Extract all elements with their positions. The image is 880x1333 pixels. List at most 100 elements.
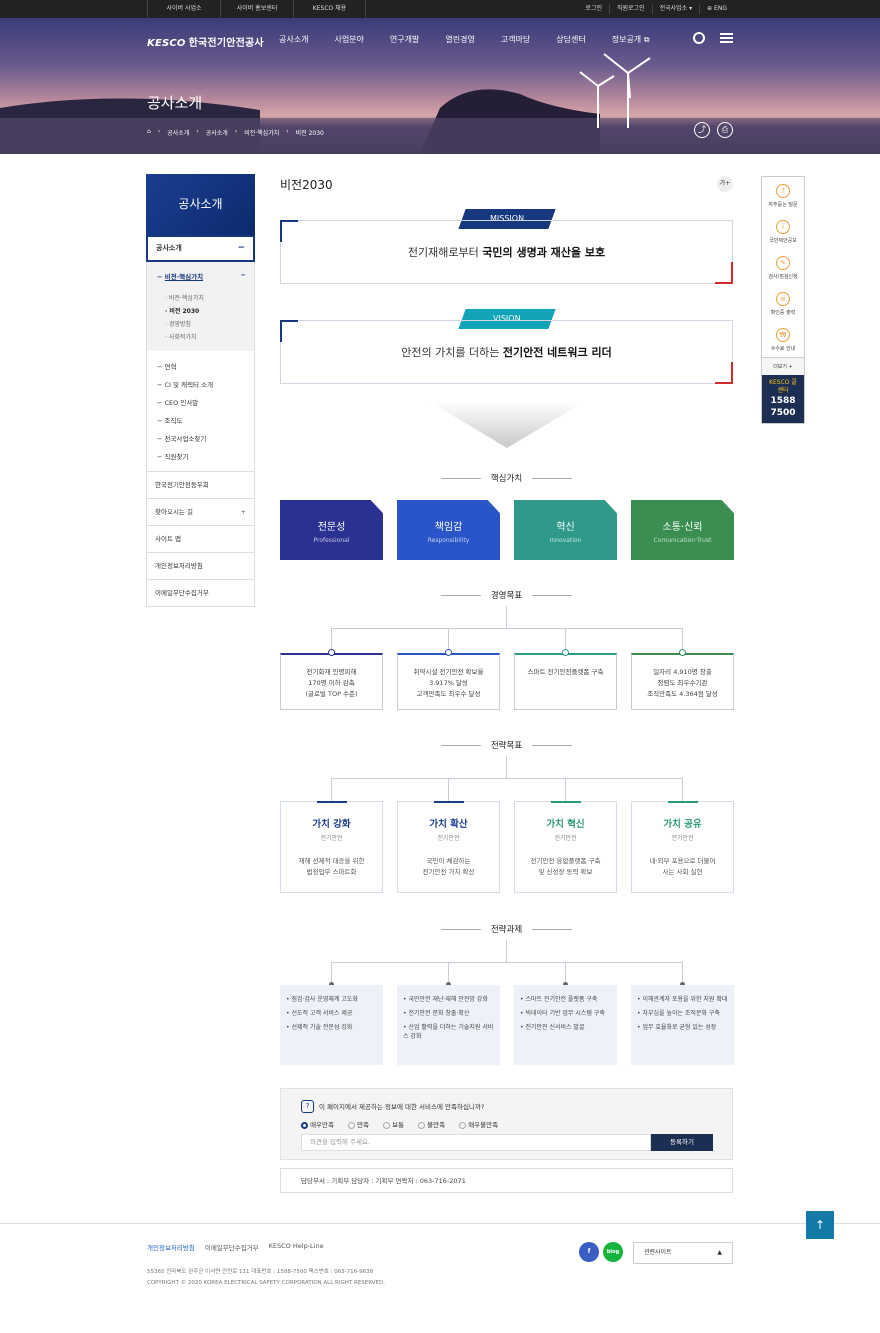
side-nav-group: − 연혁 − CI 및 캐릭터 소개 − CEO 인사말 − 조직도 − 전국사… [146,351,255,472]
section-heading: 경영목표 [280,589,733,601]
task-item: • 국민안전 재난·재해 안전망 강화 [403,996,488,1003]
breadcrumb-item[interactable]: 공사소개 [206,128,228,137]
core-value-card: 책임감 Responsibility [397,500,500,560]
side-subnav-item[interactable]: · 경영방침 [157,317,254,330]
opinion-input[interactable]: 의견을 입력해 주세요. [301,1134,651,1151]
font-size-button[interactable]: 가+ [717,176,733,192]
task-item: • 스마트 전기안전 플랫폼 구축 [520,996,598,1003]
won-icon: ₩ [776,328,790,342]
core-value-card: 소통·신뢰 Comunication·Trust [631,500,734,560]
staff-login-link[interactable]: 직원로그인 [608,4,652,14]
login-link[interactable]: 로그인 [578,4,609,14]
hero-title: 공사소개 [147,94,203,112]
survey-icon: ? [301,1100,314,1113]
task-item: • 자부심을 높이는 조직문화 구축 [637,1010,720,1017]
side-nav-link[interactable]: − 조직도 [157,411,254,429]
survey-option[interactable]: 매우만족 [301,1119,334,1129]
breadcrumb-item[interactable]: 비전·핵심가치 [244,128,279,137]
survey-question: 이 페이지에서 제공하는 정보에 대한 서비스에 만족하십니까? [319,1103,485,1111]
survey-option[interactable]: 매우불만족 [459,1119,498,1129]
side-nav-item[interactable]: 이메일무단수집거부 [146,580,255,607]
submit-button[interactable]: 등록하기 [651,1134,713,1151]
plus-icon: + [240,508,246,516]
task-box: • 점검·검사 운영체계 고도화 • 선도적 고객 서비스 제공 • 선제적 기술 … [280,985,383,1065]
side-nav-link[interactable]: − 전국사업소찾기 [157,429,254,447]
gnb-item[interactable]: 공사소개 [279,34,308,45]
core-value-card: 혁신 Innovation [514,500,617,560]
side-nav-link[interactable]: − 직원찾기 [157,447,254,465]
down-arrow-graphic [430,402,584,448]
strategy-box: 가치 혁신 전기안전 전기안전 융합플랫폼 구축 및 신성장 동력 확보 [514,801,617,893]
pencil-icon: ✎ [776,256,790,270]
mission-box: 전기재해로부터 국민의 생명과 재산을 보호 [280,220,733,284]
quick-item-certificate[interactable]: ≡ 확인증 출력 [762,285,804,321]
email-refuse-link[interactable]: 이메일무단수집거부 [205,1242,259,1252]
core-value-card: 전문성 Professional [280,500,383,560]
quick-item-inspection[interactable]: ✎ 검사/점검신청 [762,249,804,285]
quick-item-fee[interactable]: ₩ 수수료 안내 [762,321,804,357]
family-site-select[interactable]: 관련사이트 ▲ [633,1242,733,1264]
task-item: • 점검·검사 운영체계 고도화 [286,996,358,1003]
side-subnav-item[interactable]: · 사회적가치 [157,330,254,343]
survey-option[interactable]: 불만족 [418,1119,445,1129]
goal-dot [562,649,569,656]
minus-icon: − [240,271,246,279]
survey-options: 매우만족 만족 보통 불만족 매우불만족 [301,1119,498,1129]
charge-info: 담당부서 : 기획부 담당자 : 기획부 연락처 : 063-716-2071 [280,1168,733,1193]
quick-menu: ? 자주묻는 질문 i 국민제안공모 ✎ 검사/점검신청 ≡ 확인증 출력 ₩ 수수료 안… [761,176,805,424]
privacy-link[interactable]: 개인정보처리방침 [147,1242,195,1252]
home-icon[interactable]: ⌂ [147,128,151,137]
breadcrumb-item[interactable]: 공사소개 [167,128,189,137]
blog-icon[interactable]: blog [603,1242,623,1262]
gnb-item[interactable]: 상담센터 [556,34,585,45]
goal-dot [445,649,452,656]
section-heading: 핵심가치 [280,472,733,484]
recruit-link[interactable]: KESCO 채용 [293,0,366,18]
cyber-pr-link[interactable]: 사이버 홍보센터 [220,0,293,18]
print-icon[interactable]: ⎙ [717,122,733,138]
gnb-item[interactable]: 정보공개 ⧉ [612,34,650,45]
task-item: • 선제적 기술 전문성 강화 [286,1024,353,1031]
helpline-link[interactable]: KESCO Help-Line [269,1242,324,1252]
breadcrumb-current: 비전 2030 [295,130,324,137]
side-nav-link[interactable]: − 연혁 [157,357,254,375]
task-box: • 스마트 전기안전 플랫폼 구축 • 빅데이터 기반 업무 시스템 구축 • 전기… [514,985,617,1065]
side-nav-item[interactable]: 개인정보처리방침 [146,553,255,580]
gnb-item[interactable]: 열린경영 [445,34,474,45]
survey-option[interactable]: 보통 [383,1119,404,1129]
quick-more-button[interactable]: 더보기 + [762,357,804,375]
quick-item-proposal[interactable]: i 국민제안공모 [762,213,804,249]
lightbulb-icon: i [776,220,790,234]
side-nav-selected[interactable]: 공사소개 − [146,235,255,262]
section-heading: 전략과제 [280,923,733,935]
goal-box: 스마트 전기안전플랫폼 구축 [514,653,617,710]
branch-select[interactable]: 전국사업소 ▾ [651,4,700,14]
side-nav: 공사소개 공사소개 − − 비전·핵심가치 − · 비전·핵심가치 · 비전 203… [146,174,255,607]
cyber-office-link[interactable]: 사이버 사업소 [147,0,220,18]
gnb-item[interactable]: 연구개발 [390,34,419,45]
side-subnav-item[interactable]: · 비전·핵심가치 [157,291,254,304]
side-nav-link[interactable]: − CI 및 캐릭터 소개 [157,375,254,393]
kesco-logo[interactable]: KESCO 한국전기안전공사 [147,34,264,49]
facebook-icon[interactable]: f [579,1242,599,1262]
share-icon[interactable]: ⤴ [694,122,710,138]
survey-option[interactable]: 만족 [348,1119,369,1129]
goal-dot [328,649,335,656]
quick-item-faq[interactable]: ? 자주묻는 질문 [762,177,804,213]
search-icon[interactable] [693,32,705,44]
side-nav-item[interactable]: 찾아오시는 길 + [146,499,255,526]
scroll-top-button[interactable]: ↑ [806,1211,834,1239]
side-subnav-item-current[interactable]: · 비전 2030 [157,304,254,317]
english-link[interactable]: ⊕ ENG [699,4,734,14]
side-nav-link[interactable]: − CEO 인사말 [157,393,254,411]
gnb-item[interactable]: 고객마당 [501,34,530,45]
menu-icon[interactable] [720,33,733,43]
gnb-item[interactable]: 사업분야 [334,34,363,45]
side-nav-item[interactable]: 한국전기안전동우회 [146,472,255,499]
call-center: KESCO 콜센터 1588 7500 [762,375,804,423]
task-item: • 전기안전 신서비스 발굴 [520,1024,585,1031]
side-nav-item[interactable]: 사이트 맵 [146,526,255,553]
goal-box: 일자리 4,910명 창출 청렴도 최우수기관 조직만족도 4.364점 달성 [631,653,734,710]
side-subnav-active[interactable]: − 비전·핵심가치 − [157,268,254,291]
task-item: • 이해관계자 포용을 위한 지원 확대 [637,996,728,1003]
